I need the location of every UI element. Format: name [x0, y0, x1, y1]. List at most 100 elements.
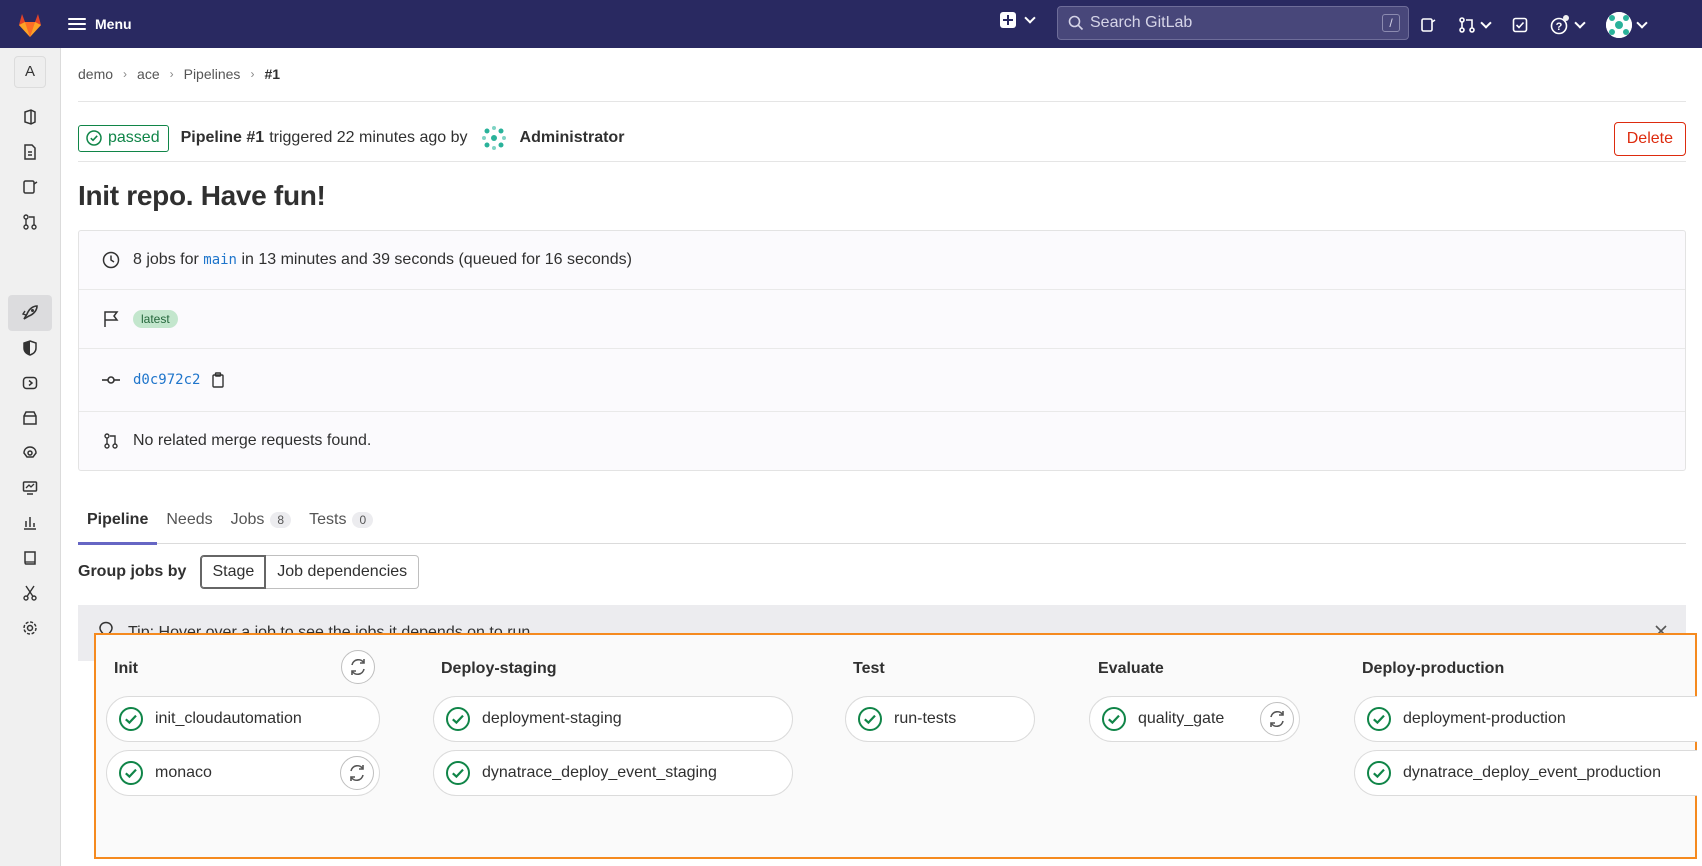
- status-success-icon: [1102, 707, 1126, 731]
- packages-icon[interactable]: [18, 406, 42, 430]
- help-top-button[interactable]: ?: [1550, 15, 1586, 35]
- help-icon: ?: [1550, 15, 1569, 35]
- commit-sha-link[interactable]: d0c972c2: [133, 372, 200, 388]
- status-success-icon: [86, 130, 102, 146]
- tags-row: latest: [79, 290, 1685, 348]
- group-jobs-by: Group jobs by Stage Job dependencies: [78, 554, 420, 590]
- flag-icon: [101, 309, 121, 329]
- tab-label: Needs: [166, 511, 213, 528]
- pipeline-user[interactable]: Administrator: [520, 129, 625, 147]
- job-run-tests[interactable]: run-tests: [845, 696, 1035, 742]
- new-item-dropdown[interactable]: [1000, 12, 1036, 28]
- pipeline-name: Pipeline #1: [180, 129, 265, 146]
- project-avatar[interactable]: A: [14, 56, 46, 88]
- job-monaco[interactable]: monaco: [106, 750, 380, 796]
- top-bar: Menu Search GitLab / ?: [0, 0, 1702, 48]
- job-name: deployment-staging: [482, 710, 622, 727]
- chevron-down-icon: [1024, 12, 1036, 24]
- tab-tests[interactable]: Tests 0: [300, 496, 382, 544]
- stage-title-evaluate: Evaluate: [1098, 660, 1164, 677]
- commit-title: Init repo. Have fun!: [78, 180, 326, 211]
- latest-badge: latest: [133, 310, 178, 328]
- commit-icon: [101, 370, 121, 390]
- breadcrumb: demo › ace › Pipelines › #1: [78, 66, 280, 82]
- branch-link[interactable]: main: [203, 252, 237, 268]
- tab-jobs[interactable]: Jobs 8: [222, 496, 300, 544]
- stage-title-test: Test: [853, 660, 885, 677]
- user-menu-button[interactable]: [1606, 12, 1648, 38]
- infrastructure-icon[interactable]: [18, 441, 42, 465]
- breadcrumb-separator-icon: ›: [123, 67, 128, 81]
- issues-top-button[interactable]: [1420, 17, 1436, 33]
- pipeline-tabs: Pipeline Needs Jobs 8 Tests 0: [78, 496, 1686, 545]
- job-dependencies-option-button[interactable]: Job dependencies: [266, 555, 420, 589]
- delete-button[interactable]: Delete: [1613, 122, 1686, 156]
- breadcrumb-separator-icon: ›: [250, 67, 255, 81]
- retry-icon: [1270, 711, 1284, 727]
- hamburger-icon: [68, 17, 86, 31]
- merge-requests-icon[interactable]: [18, 210, 42, 234]
- job-dynatrace-deploy-event-staging[interactable]: dynatrace_deploy_event_staging: [433, 750, 793, 796]
- chevron-down-icon: [1480, 17, 1492, 29]
- group-jobs-toggle: Stage Job dependencies: [200, 555, 420, 589]
- status-success-icon: [446, 761, 470, 785]
- job-deployment-production[interactable]: deployment-production: [1354, 696, 1697, 742]
- project-overview-icon[interactable]: [18, 105, 42, 129]
- stage-title-deploy-production: Deploy-production: [1362, 660, 1505, 677]
- pipeline-info-box: 8 jobs for main in 13 minutes and 39 sec…: [78, 230, 1686, 471]
- pipeline-graph: Init Deploy-staging Test Evaluate Deploy…: [94, 633, 1697, 859]
- merge-request-icon: [1459, 17, 1475, 33]
- analytics-icon[interactable]: [18, 511, 42, 535]
- commit-row: d0c972c2: [79, 349, 1685, 411]
- gitlab-logo-icon[interactable]: [14, 8, 46, 40]
- job-dynatrace-deploy-event-production[interactable]: dynatrace_deploy_event_production: [1354, 750, 1697, 796]
- status-success-icon: [858, 707, 882, 731]
- tab-label: Pipeline: [87, 511, 149, 528]
- tab-pipeline[interactable]: Pipeline: [78, 496, 158, 545]
- copy-clipboard-icon[interactable]: [210, 372, 226, 388]
- job-deployment-staging[interactable]: deployment-staging: [433, 696, 793, 742]
- issues-icon[interactable]: [18, 175, 42, 199]
- job-quality-gate[interactable]: quality_gate: [1089, 696, 1300, 742]
- wiki-book-icon[interactable]: [18, 546, 42, 570]
- jobs-prefix: 8 jobs for: [133, 251, 199, 268]
- plus-square-icon: [1000, 12, 1016, 28]
- issues-icon: [1421, 18, 1436, 32]
- status-success-icon: [446, 707, 470, 731]
- menu-label: Menu: [95, 16, 132, 32]
- snippets-scissors-icon[interactable]: [18, 581, 42, 605]
- rocket-icon[interactable]: [18, 301, 42, 325]
- job-name: run-tests: [894, 710, 957, 727]
- admin-avatar[interactable]: [480, 125, 507, 151]
- shield-icon[interactable]: [18, 336, 42, 360]
- retry-icon: [350, 765, 364, 781]
- todo-checkbox-icon: [1512, 17, 1528, 33]
- breadcrumb-item-ace[interactable]: ace: [137, 66, 160, 82]
- monitor-icon[interactable]: [18, 476, 42, 500]
- settings-gear-icon[interactable]: [18, 616, 42, 640]
- merge-requests-top-button[interactable]: [1458, 16, 1492, 34]
- breadcrumb-item-pipelines[interactable]: Pipelines: [184, 66, 241, 82]
- pipeline-header: passed Pipeline #1 triggered 22 minutes …: [78, 118, 1686, 158]
- search-input[interactable]: Search GitLab /: [1057, 6, 1409, 40]
- divider: [78, 161, 1686, 162]
- job-name: deployment-production: [1403, 710, 1566, 727]
- retry-job-button[interactable]: [1260, 702, 1294, 736]
- search-placeholder: Search GitLab: [1090, 14, 1193, 31]
- tab-needs[interactable]: Needs: [157, 496, 221, 544]
- retry-job-button[interactable]: [340, 756, 374, 790]
- deployments-icon[interactable]: [18, 371, 42, 395]
- jobs-count-badge: 8: [270, 512, 292, 528]
- merge-request-icon: [101, 431, 121, 451]
- status-badge[interactable]: passed: [78, 124, 169, 152]
- repository-icon[interactable]: [18, 140, 42, 164]
- menu-button[interactable]: Menu: [68, 12, 132, 36]
- todos-top-button[interactable]: [1512, 17, 1528, 33]
- job-name: init_cloudautomation: [155, 710, 302, 727]
- sidebar: A: [0, 48, 61, 866]
- retry-stage-button[interactable]: [341, 650, 375, 684]
- stage-option-button[interactable]: Stage: [200, 555, 267, 589]
- breadcrumb-current[interactable]: #1: [264, 66, 280, 82]
- breadcrumb-item-demo[interactable]: demo: [78, 66, 113, 82]
- job-init-cloudautomation[interactable]: init_cloudautomation: [106, 696, 380, 742]
